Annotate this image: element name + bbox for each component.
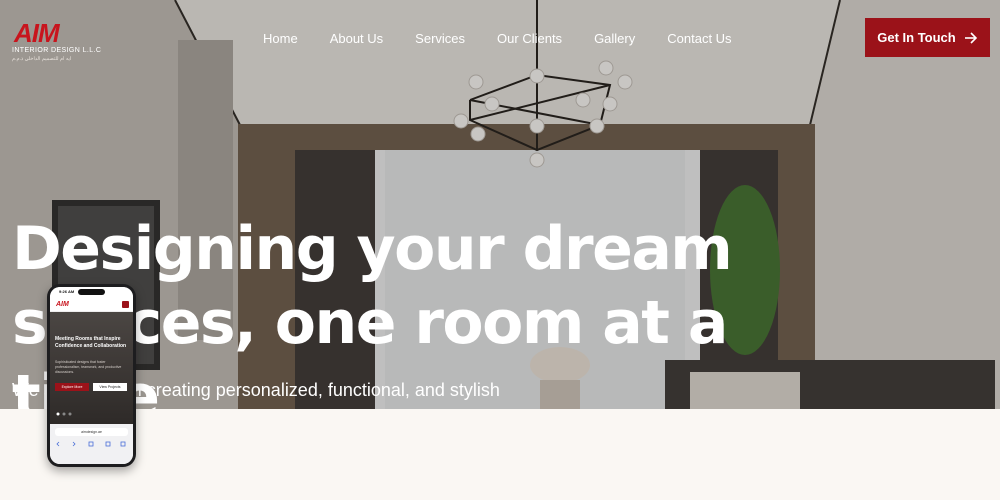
arrow-right-icon [964,31,977,44]
nav-services[interactable]: Services [399,30,481,48]
phone-url-field: aimdesign.ae [55,428,128,436]
phone-time: 9:26 AM [59,289,75,294]
get-in-touch-label: Get In Touch [877,29,956,45]
logo-subtitle: INTERIOR DESIGN L.L.C [12,47,102,54]
phone-menu-icon [122,301,129,308]
phone-view-projects-button: View Projects [93,383,127,391]
phone-browser-bar: aimdesign.ae [50,424,133,464]
phone-hero: Meeting Rooms that Inspire Confidence an… [50,312,133,424]
phone-logo: AIM [56,301,69,308]
main-nav: Home About Us Services Our Clients Galle… [247,30,748,48]
phone-status-bar: 9:26 AM [50,287,133,298]
content-section [0,409,1000,500]
phone-browser-toolbar-icon [56,441,126,447]
phone-slider-dots-icon [56,412,72,416]
phone-mockup: 9:26 AM AIM Meeting Rooms that Inspire C… [47,284,136,467]
nav-home[interactable]: Home [247,30,314,48]
phone-explore-button: Explore More [55,383,89,391]
nav-about-us[interactable]: About Us [314,30,399,48]
phone-site-header: AIM [50,298,133,312]
logo-arabic-text: ايه ام للتصميم الداخلي ذ.م.م [12,56,72,62]
phone-notch [78,289,105,295]
nav-gallery[interactable]: Gallery [578,30,651,48]
brand-logo[interactable]: AIM INTERIOR DESIGN L.L.C ايه ام للتصميم… [12,18,101,62]
phone-hero-title: Meeting Rooms that Inspire Confidence an… [55,336,127,349]
phone-screen: 9:26 AM AIM Meeting Rooms that Inspire C… [50,287,133,464]
nav-our-clients[interactable]: Our Clients [481,30,578,48]
phone-hero-description: Sophisticated designs that foster profes… [55,360,122,374]
get-in-touch-button[interactable]: Get In Touch [865,18,990,57]
logo-mark: AIM [14,18,60,48]
nav-contact-us[interactable]: Contact Us [651,30,747,48]
